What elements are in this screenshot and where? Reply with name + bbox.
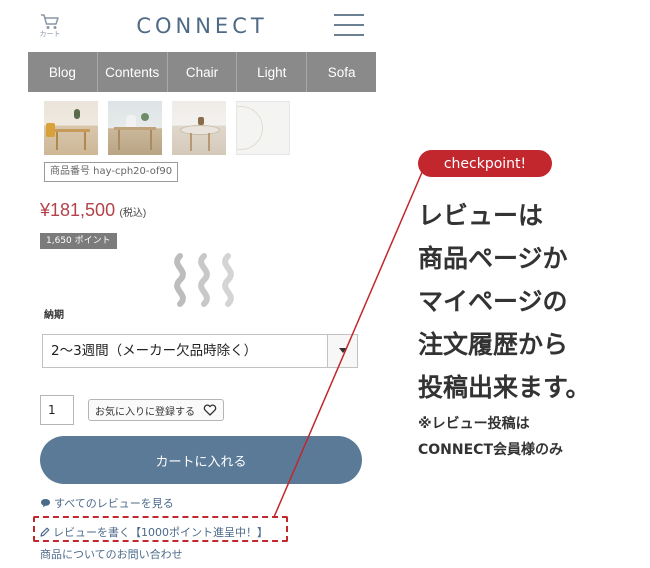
product-sku: 商品番号 hay-cph20-of90 [44, 162, 179, 182]
callout-line: 注文履歴から [418, 330, 569, 359]
nav-item-light[interactable]: Light [237, 52, 308, 92]
loading-swirl-icon [174, 253, 234, 307]
nav-item-sofa[interactable]: Sofa [307, 52, 376, 92]
delivery-selected-value: 2〜3週間（メーカー欠品時除く） [51, 343, 258, 359]
favorite-label: お気に入りに登録する [95, 406, 195, 418]
product-page-screen: カート CONNECT Blog Contents Chair Light So… [28, 0, 376, 568]
note-line: ※レビュー投稿は [418, 416, 530, 432]
chat-bubble-icon [41, 499, 50, 508]
select-arrow-icon[interactable] [327, 335, 357, 367]
quantity-input[interactable]: 1 [40, 395, 74, 425]
product-thumbnail[interactable] [44, 101, 98, 155]
product-price: ¥181,500 (税込) [40, 200, 146, 221]
delivery-label: 納期 [44, 310, 64, 321]
price-tax-note: (税込) [119, 208, 147, 219]
nav-item-chair[interactable]: Chair [168, 52, 238, 92]
nav-item-contents[interactable]: Contents [98, 52, 168, 92]
hamburger-menu-icon[interactable] [334, 14, 364, 36]
site-logo[interactable]: CONNECT [28, 14, 376, 38]
callout-line: マイページの [418, 287, 568, 316]
product-thumbnail[interactable] [108, 101, 162, 155]
price-amount: ¥181,500 [40, 200, 116, 220]
checkpoint-badge: checkpoint! [418, 150, 552, 177]
product-thumbnail[interactable] [236, 101, 290, 155]
heart-icon [203, 404, 217, 416]
callout-line: 商品ページか [418, 244, 568, 273]
member-note: ※レビュー投稿は CONNECT会員様のみ [418, 411, 650, 463]
callout-text: レビューは 商品ページか マイページの 注文履歴から 投稿出来ます。 [418, 194, 650, 409]
note-line: CONNECT会員様のみ [418, 442, 563, 458]
callout-line: レビューは [418, 201, 544, 230]
all-reviews-link[interactable]: すべてのレビューを見る [40, 495, 174, 511]
nav-item-blog[interactable]: Blog [28, 52, 98, 92]
callout-line: 投稿出来ます。 [418, 373, 591, 402]
product-thumbnail[interactable] [172, 101, 226, 155]
all-reviews-label: すべてのレビューを見る [54, 497, 174, 510]
add-to-cart-button[interactable]: カートに入れる [40, 436, 362, 484]
category-nav: Blog Contents Chair Light Sofa [28, 52, 376, 92]
product-inquiry-link[interactable]: 商品についてのお問い合わせ [40, 546, 183, 562]
add-to-favorites-button[interactable]: お気に入りに登録する [88, 399, 224, 421]
delivery-select[interactable]: 2〜3週間（メーカー欠品時除く） [42, 334, 358, 368]
write-review-highlight [33, 516, 288, 542]
site-header: カート CONNECT [28, 0, 376, 52]
points-badge: 1,650 ポイント [40, 233, 117, 249]
